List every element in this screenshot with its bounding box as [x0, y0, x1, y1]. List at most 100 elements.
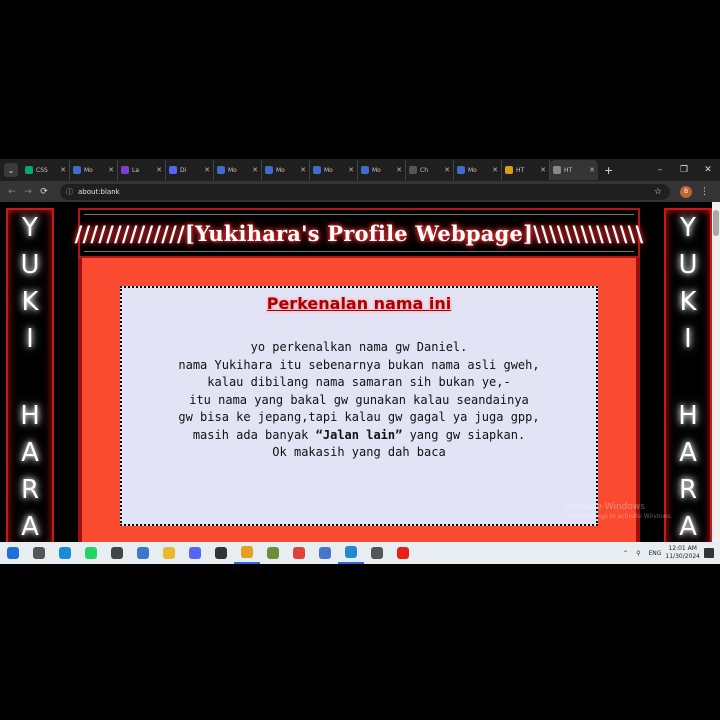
youtube-icon — [397, 547, 409, 559]
browser-tab[interactable]: Di ✕ — [166, 160, 214, 180]
browser-tab[interactable]: La ✕ — [118, 160, 166, 180]
page-header: //////////////[Yukihara's Profile Webpag… — [75, 208, 643, 258]
html-icon — [505, 166, 513, 174]
browser-tab[interactable]: HT ✕ — [502, 160, 550, 180]
body-text: yang gw siapkan. — [402, 427, 526, 442]
browser-tab[interactable]: HT ✕ — [550, 160, 598, 180]
browser-tab[interactable]: Ch ✕ — [406, 160, 454, 180]
page-scrollbar[interactable] — [712, 202, 720, 542]
tab-close-icon[interactable]: ✕ — [396, 166, 402, 174]
tab-search-button[interactable]: ⌄ — [4, 163, 18, 177]
address-bar-row: ← → ⟳ ⓘ about:blank ☆ B ⋮ — [0, 181, 720, 202]
new-tab-button[interactable]: + — [604, 164, 613, 177]
close-window-button[interactable]: ✕ — [696, 165, 720, 175]
taskbar-button[interactable] — [338, 542, 364, 564]
taskbar-button[interactable] — [234, 542, 260, 564]
side-letter: R — [678, 475, 698, 505]
browser-tab[interactable]: Mo ✕ — [358, 160, 406, 180]
mdn-icon — [265, 166, 273, 174]
bookmark-star-icon[interactable]: ☆ — [654, 187, 662, 197]
forward-button[interactable]: → — [20, 187, 36, 197]
tab-close-icon[interactable]: ✕ — [492, 166, 498, 174]
taskbar-button[interactable] — [130, 542, 156, 564]
taskbar-button[interactable] — [390, 542, 416, 564]
obs-icon — [111, 547, 123, 559]
tab-close-icon[interactable]: ✕ — [156, 166, 162, 174]
browser-tab[interactable]: Mo ✕ — [70, 160, 118, 180]
side-letter: H — [20, 401, 40, 431]
taskbar-button[interactable] — [156, 542, 182, 564]
browser-tab[interactable]: CSS ✕ — [22, 160, 70, 180]
chevron-up-icon[interactable]: ⌃ — [623, 550, 628, 557]
back-button[interactable]: ← — [4, 187, 20, 197]
language-indicator[interactable]: ENG — [648, 550, 661, 557]
url-input[interactable]: ⓘ about:blank ☆ — [60, 183, 670, 200]
taskbar-button[interactable] — [182, 542, 208, 564]
edge-icon — [59, 547, 71, 559]
minecraft-icon — [267, 547, 279, 559]
card-title: Perkenalan nama ini — [266, 294, 452, 313]
browser-tab[interactable]: Mo ✕ — [262, 160, 310, 180]
side-letter: H — [678, 401, 698, 431]
taskbar-button[interactable] — [52, 542, 78, 564]
taskbar-button[interactable] — [260, 542, 286, 564]
tab-close-icon[interactable]: ✕ — [444, 166, 450, 174]
taskbar-button[interactable] — [104, 542, 130, 564]
tabs: CSS ✕ Mo ✕ La ✕ Di ✕ Mo ✕ Mo ✕ Mo ✕ Mo ✕ Ch ✕ Mo ✕ HT ✕ HT ✕ — [22, 160, 598, 180]
unity-icon — [371, 547, 383, 559]
chatgpt-icon — [409, 166, 417, 174]
notification-icon[interactable] — [704, 548, 714, 558]
scrollbar-thumb[interactable] — [713, 210, 719, 236]
intro-card: Perkenalan nama ini yo perkenalkan nama … — [120, 286, 598, 526]
taskbar-button[interactable] — [0, 542, 26, 564]
tab-close-icon[interactable]: ✕ — [108, 166, 114, 174]
menu-kebab-icon[interactable]: ⋮ — [700, 187, 709, 197]
body-line: yo perkenalkan nama gw Daniel. — [250, 340, 468, 354]
taskbar-button[interactable] — [312, 542, 338, 564]
taskbar-button[interactable] — [78, 542, 104, 564]
network-icon[interactable]: ⚲ — [636, 550, 640, 557]
side-letter: Y — [680, 213, 696, 243]
taskbar-button[interactable] — [208, 542, 234, 564]
tab-close-icon[interactable]: ✕ — [540, 166, 546, 174]
browser-tab[interactable]: Mo ✕ — [214, 160, 262, 180]
clock[interactable]: 12:01 AM 11/30/2024 — [665, 545, 700, 561]
side-letter: A — [21, 512, 39, 542]
tab-close-icon[interactable]: ✕ — [60, 166, 66, 174]
lalo-icon — [121, 166, 129, 174]
body-line: Ok makasih yang dah baca — [272, 445, 446, 459]
search-icon — [33, 547, 45, 559]
html-icon — [553, 166, 561, 174]
main-panel: Perkenalan nama ini yo perkenalkan nama … — [78, 258, 640, 542]
tab-label: Mo — [468, 166, 477, 174]
reload-button[interactable]: ⟳ — [36, 187, 52, 197]
side-letter: U — [20, 250, 40, 280]
tab-close-icon[interactable]: ✕ — [204, 166, 210, 174]
tab-close-icon[interactable]: ✕ — [348, 166, 354, 174]
taskbar-icons — [0, 542, 416, 564]
browser-tab[interactable]: Mo ✕ — [454, 160, 502, 180]
tab-label: CSS — [36, 166, 48, 174]
taskbar-button[interactable] — [26, 542, 52, 564]
side-banner-right: YUKIHARA — [664, 208, 712, 542]
mdn-icon — [457, 166, 465, 174]
side-letter: Y — [22, 213, 38, 243]
side-letter: A — [679, 438, 697, 468]
tab-label: HT — [564, 166, 573, 174]
profile-avatar[interactable]: B — [680, 185, 692, 198]
tab-label: HT — [516, 166, 525, 174]
tab-label: Mo — [276, 166, 285, 174]
settings-icon — [215, 547, 227, 559]
taskbar-button[interactable] — [364, 542, 390, 564]
minimize-button[interactable]: – — [648, 165, 672, 175]
browser-tab[interactable]: Mo ✕ — [310, 160, 358, 180]
card-body: yo perkenalkan nama gw Daniel. nama Yuki… — [122, 339, 596, 462]
discord-icon — [189, 547, 201, 559]
taskbar-button[interactable] — [286, 542, 312, 564]
tab-close-icon[interactable]: ✕ — [589, 166, 595, 174]
site-info-icon[interactable]: ⓘ — [66, 187, 73, 197]
taskview-icon — [137, 547, 149, 559]
tab-close-icon[interactable]: ✕ — [300, 166, 306, 174]
tab-close-icon[interactable]: ✕ — [252, 166, 258, 174]
restore-button[interactable]: ❐ — [672, 165, 696, 175]
